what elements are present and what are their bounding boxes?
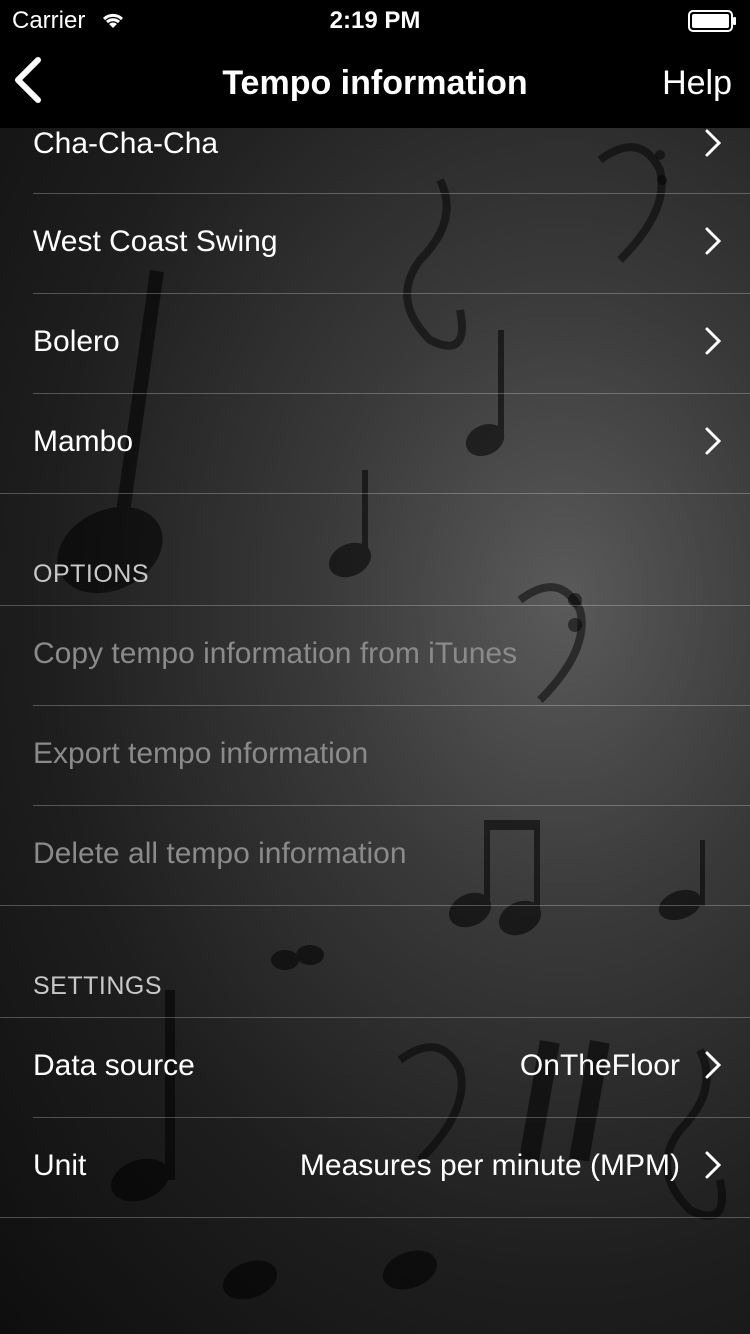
data-source-item[interactable]: Data source OnTheFloor <box>33 1018 750 1118</box>
back-button[interactable] <box>10 56 60 112</box>
status-bar: Carrier 2:19 PM <box>0 0 750 40</box>
list-item-mambo[interactable]: Mambo <box>0 394 750 494</box>
list-item-label: Mambo <box>33 425 134 458</box>
status-time: 2:19 PM <box>329 7 421 34</box>
back-chevron-icon <box>15 57 41 103</box>
list-item-label: Data source <box>33 1049 195 1082</box>
list-item-label: West Coast Swing <box>33 225 278 258</box>
list-item-value: Measures per minute (MPM) <box>299 1149 680 1182</box>
help-button[interactable]: Help <box>662 64 732 103</box>
list-item-label: Cha-Cha-Cha <box>33 127 219 160</box>
page-title: Tempo information <box>222 64 528 102</box>
list-item-label: Export tempo information <box>33 737 369 770</box>
list-item-cha-cha-cha[interactable]: Cha-Cha-Cha <box>33 127 750 194</box>
settings-section-header: SETTINGS <box>0 906 750 1018</box>
list-item-label: Delete all tempo information <box>33 837 407 870</box>
list-item-label: Unit <box>33 1149 87 1182</box>
chevron-right-icon <box>705 327 722 355</box>
navigation-bar: Tempo information Help <box>0 40 750 128</box>
section-header-label: OPTIONS <box>33 560 150 588</box>
tempo-list: Cha-Cha-Cha West Coast Swing Bolero Mamb… <box>0 127 750 1218</box>
battery-icon <box>688 10 736 32</box>
list-item-label: Copy tempo information from iTunes <box>33 637 518 670</box>
section-header-label: SETTINGS <box>33 972 163 1000</box>
delete-all-tempo-item[interactable]: Delete all tempo information <box>0 806 750 906</box>
unit-item[interactable]: Unit Measures per minute (MPM) <box>0 1118 750 1218</box>
chevron-right-icon <box>705 129 722 157</box>
chevron-right-icon <box>705 1151 722 1179</box>
copy-from-itunes-item[interactable]: Copy tempo information from iTunes <box>33 606 750 706</box>
options-section-header: OPTIONS <box>0 494 750 606</box>
list-item-bolero[interactable]: Bolero <box>33 294 750 394</box>
export-tempo-item[interactable]: Export tempo information <box>33 706 750 806</box>
list-item-west-coast-swing[interactable]: West Coast Swing <box>33 194 750 294</box>
list-item-label: Bolero <box>33 325 120 358</box>
list-item-value: OnTheFloor <box>519 1049 680 1082</box>
chevron-right-icon <box>705 1051 722 1079</box>
chevron-right-icon <box>705 227 722 255</box>
chevron-right-icon <box>705 427 722 455</box>
